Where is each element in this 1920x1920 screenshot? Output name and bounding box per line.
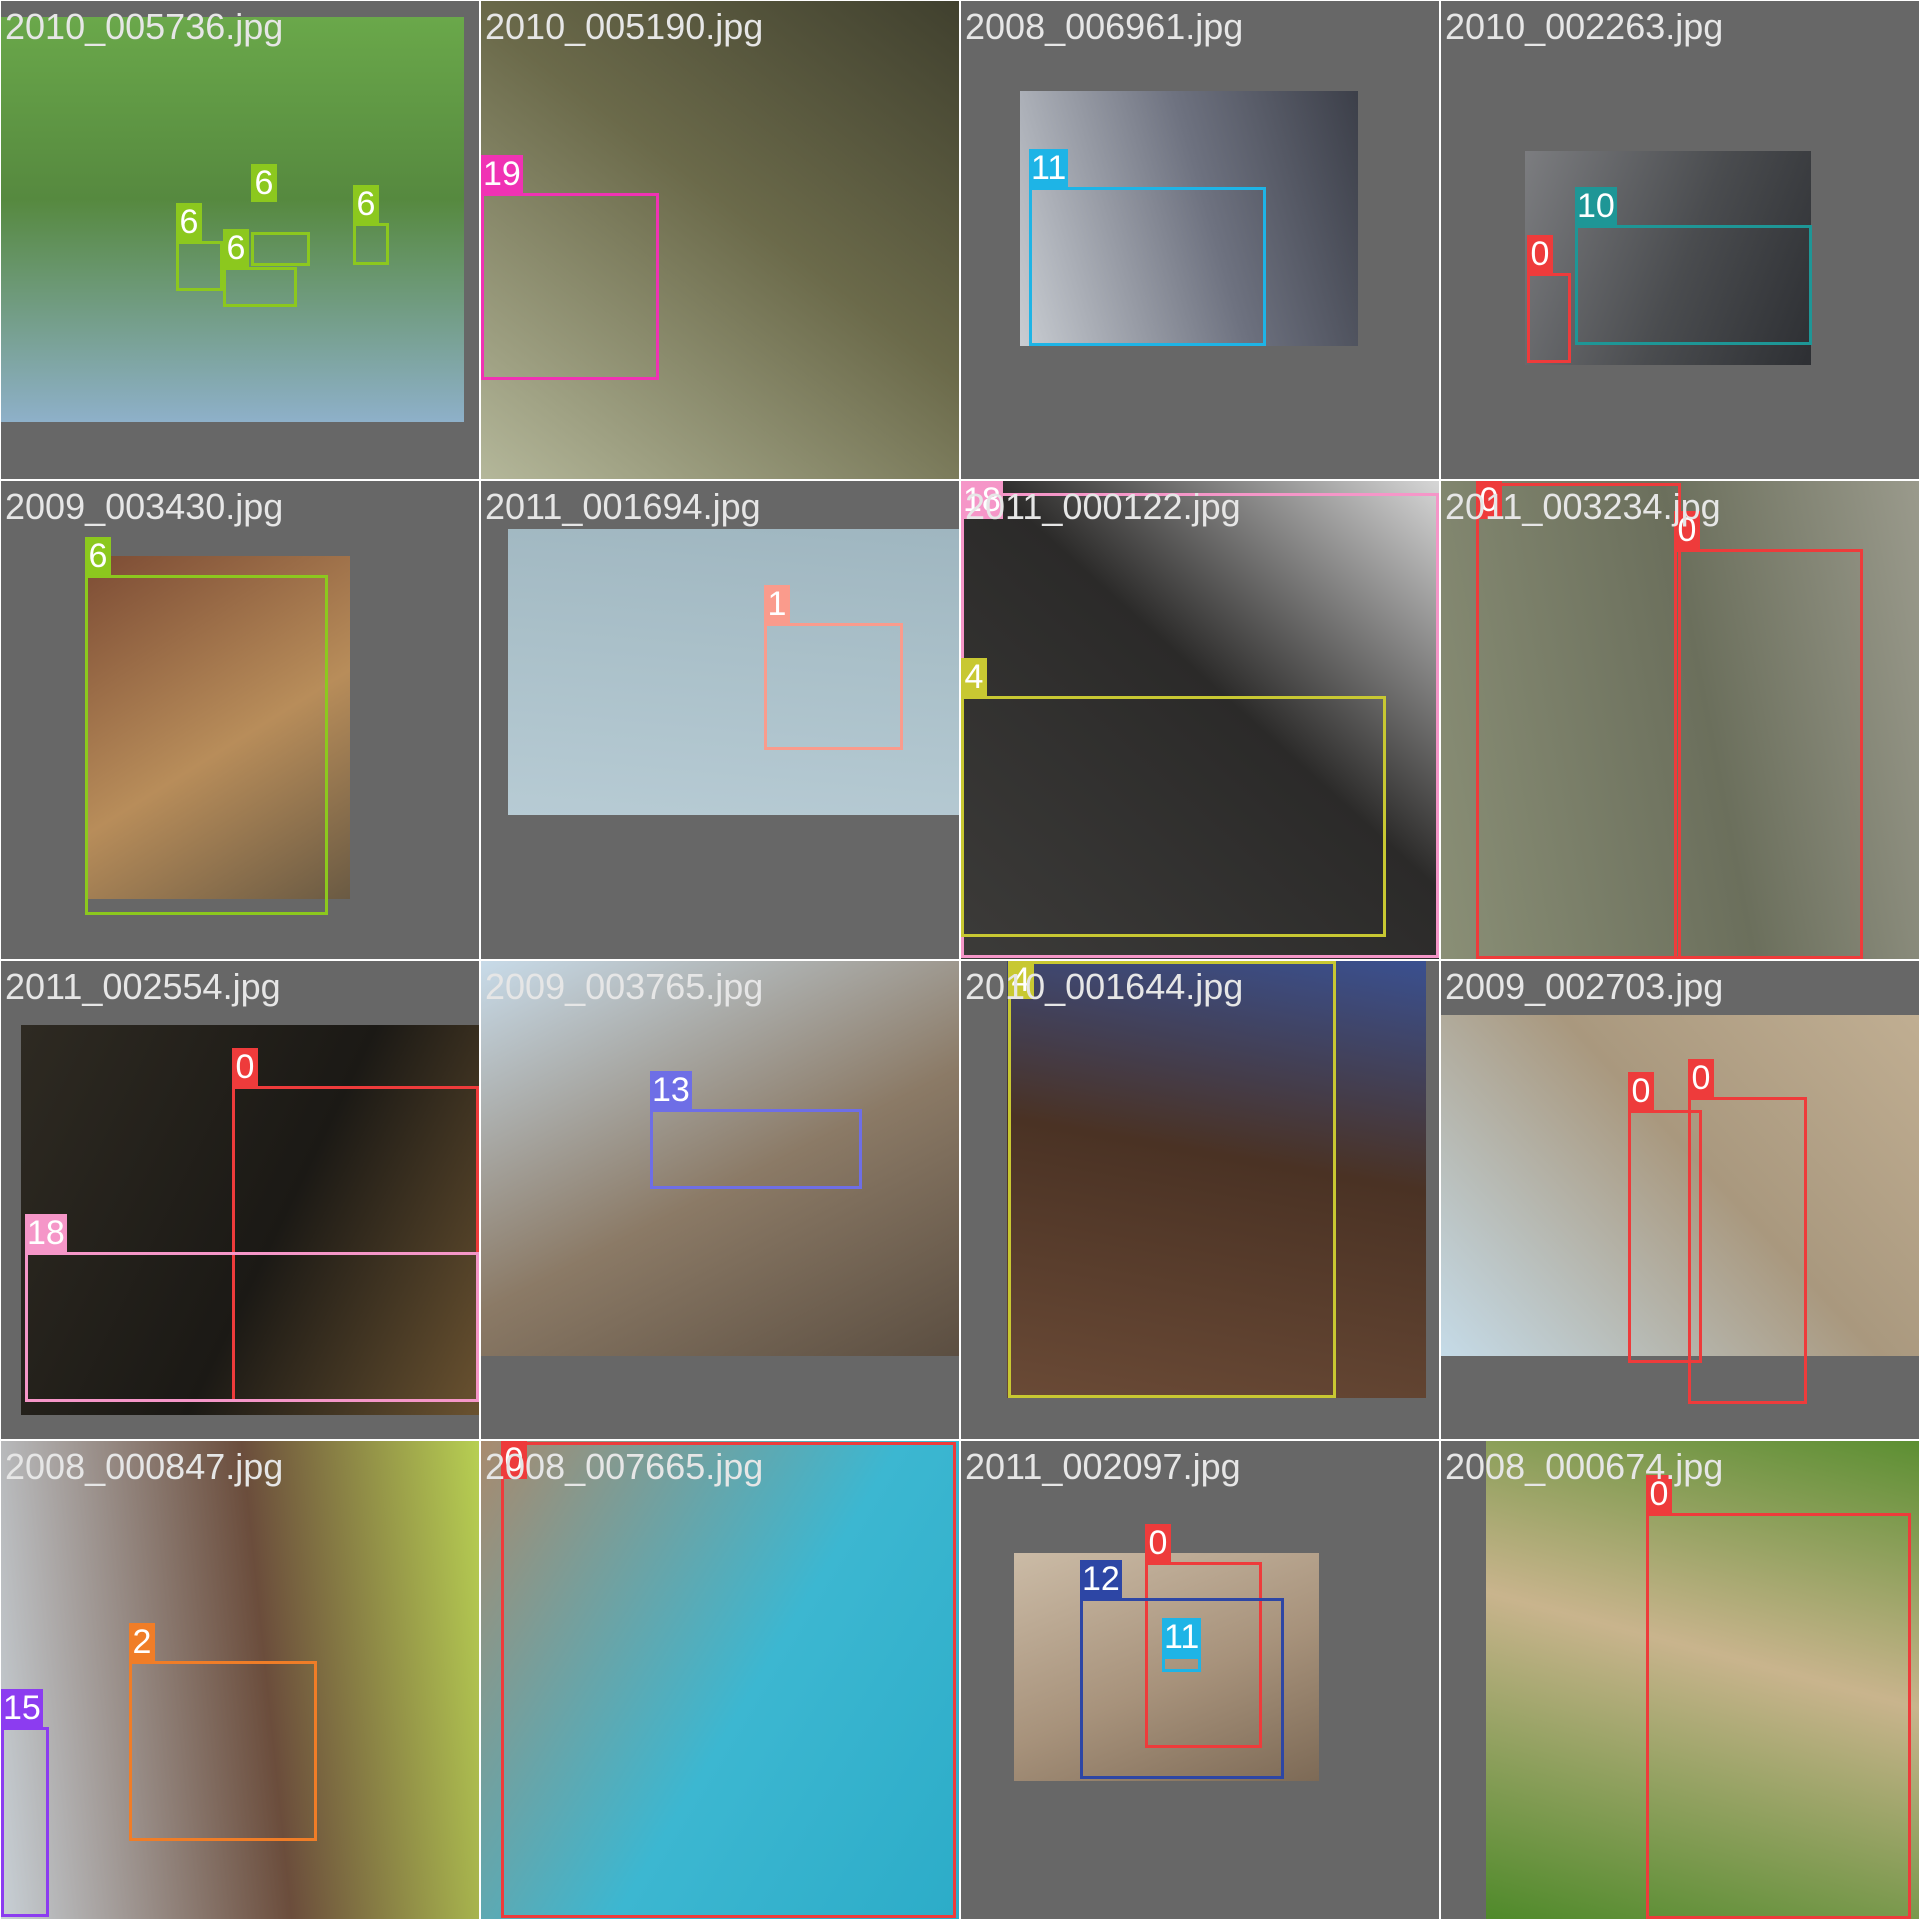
image-filename: 2009_003430.jpg — [5, 486, 284, 527]
class-tag: 6 — [176, 203, 202, 241]
class-tag: 10 — [1575, 187, 1617, 225]
image-filename: 2011_002097.jpg — [965, 1446, 1241, 1487]
class-tag: 19 — [481, 155, 523, 193]
class-tag: 11 — [1029, 149, 1069, 187]
class-tag: 6 — [353, 185, 379, 223]
bounding-box — [961, 696, 1386, 937]
image-filename: 2008_007665.jpg — [485, 1446, 764, 1487]
image-filename: 2011_003234.jpg — [1445, 486, 1721, 527]
class-tag: 0 — [1145, 1524, 1171, 1562]
image-tile: 11 2008_006961.jpg — [961, 1, 1439, 479]
bounding-box — [1527, 273, 1571, 363]
class-tag: 2 — [129, 1623, 155, 1661]
class-tag: 4 — [961, 658, 987, 696]
image-tile: 0 2008_000674.jpg — [1441, 1441, 1919, 1919]
image-filename: 2011_000122.jpg — [965, 486, 1241, 527]
bounding-box — [650, 1109, 862, 1189]
image-filename: 2008_006961.jpg — [965, 6, 1244, 47]
class-tag: 18 — [25, 1214, 67, 1252]
bounding-box — [1476, 483, 1681, 959]
image-filename: 2008_000674.jpg — [1445, 1446, 1724, 1487]
bounding-box — [1674, 549, 1863, 959]
class-tag: 6 — [251, 164, 277, 202]
class-tag: 6 — [85, 537, 111, 575]
bounding-box — [129, 1661, 317, 1841]
image-tile: 6 6 6 6 2010_005736.jpg — [1, 1, 479, 479]
image-tile: 6 2009_003430.jpg — [1, 481, 479, 959]
image-tile: 0 12 11 2011_002097.jpg — [961, 1441, 1439, 1919]
class-tag: 0 — [1628, 1072, 1654, 1110]
bounding-box — [764, 623, 903, 750]
photo — [1, 17, 464, 422]
image-filename: 2010_005190.jpg — [485, 6, 764, 47]
image-filename: 2008_000847.jpg — [5, 1446, 284, 1487]
class-tag: 13 — [650, 1071, 692, 1109]
bounding-box — [176, 241, 223, 291]
bounding-box — [85, 575, 328, 915]
image-filename: 2010_005736.jpg — [5, 6, 284, 47]
class-tag: 12 — [1080, 1560, 1122, 1598]
class-tag: 15 — [1, 1689, 43, 1727]
image-tile: 4 2010_001644.jpg — [961, 961, 1439, 1439]
image-tile: 0 0 2009_002703.jpg — [1441, 961, 1919, 1439]
bounding-box — [25, 1252, 479, 1402]
bounding-box — [353, 223, 389, 265]
image-filename: 2009_003765.jpg — [485, 966, 764, 1007]
bounding-box — [1688, 1097, 1807, 1404]
image-tile: 0 0 2011_003234.jpg — [1441, 481, 1919, 959]
detection-mosaic: 6 6 6 6 2010_005736.jpg 19 2010_005190.jpg 11 20… — [0, 0, 1920, 1920]
bounding-box — [223, 267, 297, 307]
bounding-box — [251, 232, 310, 266]
bounding-box — [1008, 961, 1336, 1398]
class-tag: 0 — [232, 1048, 258, 1086]
class-tag: 0 — [1527, 235, 1553, 273]
image-tile: 1 2011_001694.jpg — [481, 481, 959, 959]
image-tile: 18 4 2011_000122.jpg — [961, 481, 1439, 959]
image-filename: 2011_001694.jpg — [485, 486, 761, 527]
image-filename: 2009_002703.jpg — [1445, 966, 1724, 1007]
bounding-box — [481, 193, 659, 380]
class-tag: 6 — [223, 229, 249, 267]
bounding-box — [501, 1442, 956, 1918]
class-tag: 0 — [1688, 1059, 1714, 1097]
bounding-box — [1575, 225, 1812, 345]
image-tile: 0 18 2011_002554.jpg — [1, 961, 479, 1439]
class-tag: 1 — [764, 585, 790, 623]
class-tag: 11 — [1162, 1618, 1202, 1656]
bounding-box — [1, 1727, 49, 1917]
image-tile: 10 0 2010_002263.jpg — [1441, 1, 1919, 479]
image-filename: 2010_001644.jpg — [965, 966, 1244, 1007]
bounding-box — [1162, 1656, 1201, 1672]
bounding-box — [1646, 1513, 1911, 1919]
image-tile: 19 2010_005190.jpg — [481, 1, 959, 479]
bounding-box — [1029, 187, 1266, 346]
image-tile: 2 15 2008_000847.jpg — [1, 1441, 479, 1919]
image-filename: 2010_002263.jpg — [1445, 6, 1724, 47]
image-tile: 13 2009_003765.jpg — [481, 961, 959, 1439]
image-filename: 2011_002554.jpg — [5, 966, 281, 1007]
image-tile: 0 2008_007665.jpg — [481, 1441, 959, 1919]
